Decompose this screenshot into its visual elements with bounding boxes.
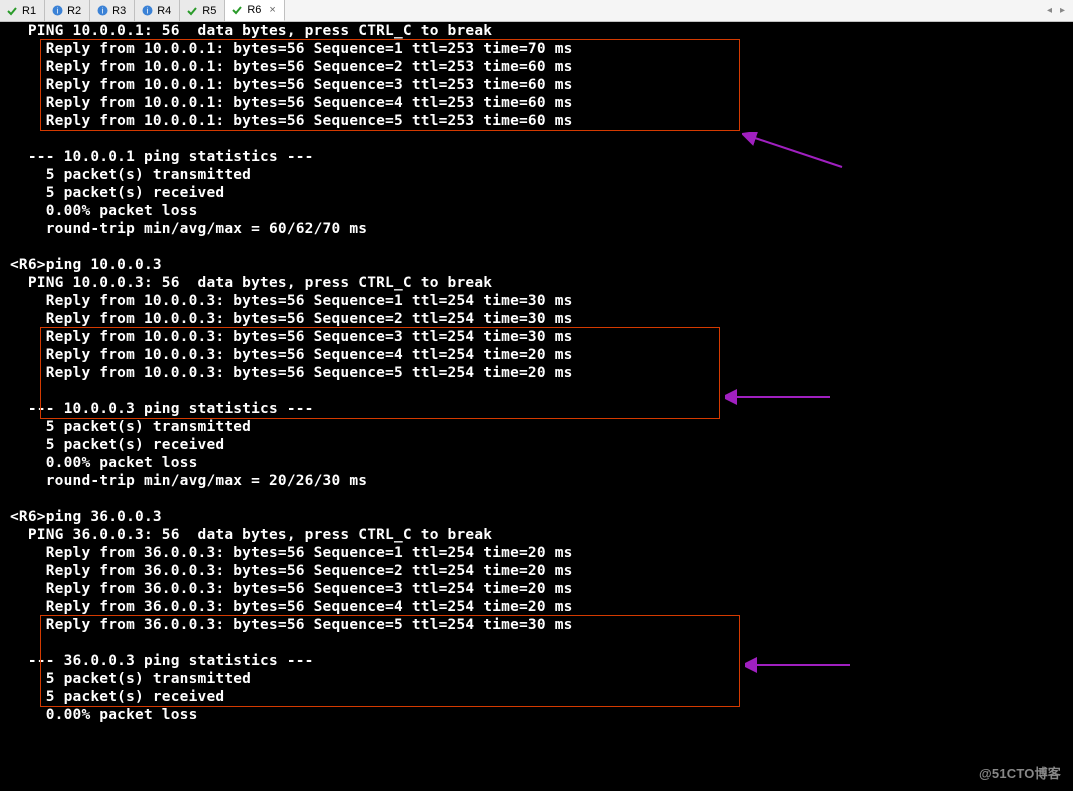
tab-r2[interactable]: i R2 — [45, 0, 90, 21]
check-icon — [186, 5, 198, 17]
tab-r1[interactable]: R1 — [0, 0, 45, 21]
tab-label: R2 — [67, 5, 81, 17]
info-icon: i — [51, 5, 63, 17]
check-icon — [231, 4, 243, 16]
terminal-output[interactable]: PING 10.0.0.1: 56 data bytes, press CTRL… — [0, 22, 1073, 791]
tab-bar: R1 i R2 i R3 i R4 R5 R6 × ◂ ▸ — [0, 0, 1073, 22]
svg-text:i: i — [101, 7, 103, 16]
tab-label: R6 — [247, 4, 261, 16]
tab-r5[interactable]: R5 — [180, 0, 225, 21]
tab-nav-right[interactable]: ▸ — [1060, 5, 1065, 16]
tab-r4[interactable]: i R4 — [135, 0, 180, 21]
svg-text:i: i — [56, 7, 58, 16]
tab-nav-left[interactable]: ◂ — [1047, 5, 1052, 16]
tab-label: R1 — [22, 5, 36, 17]
tab-label: R4 — [157, 5, 171, 17]
tab-label: R5 — [202, 5, 216, 17]
close-icon[interactable]: × — [269, 4, 275, 16]
terminal-text: PING 10.0.0.1: 56 data bytes, press CTRL… — [10, 22, 1073, 724]
svg-text:i: i — [146, 7, 148, 16]
tab-r3[interactable]: i R3 — [90, 0, 135, 21]
check-icon — [6, 5, 18, 17]
tab-nav: ◂ ▸ — [1047, 5, 1073, 16]
tab-r6[interactable]: R6 × — [225, 0, 285, 21]
info-icon: i — [141, 5, 153, 17]
watermark: @51CTO博客 — [979, 765, 1061, 783]
tab-label: R3 — [112, 5, 126, 17]
info-icon: i — [96, 5, 108, 17]
